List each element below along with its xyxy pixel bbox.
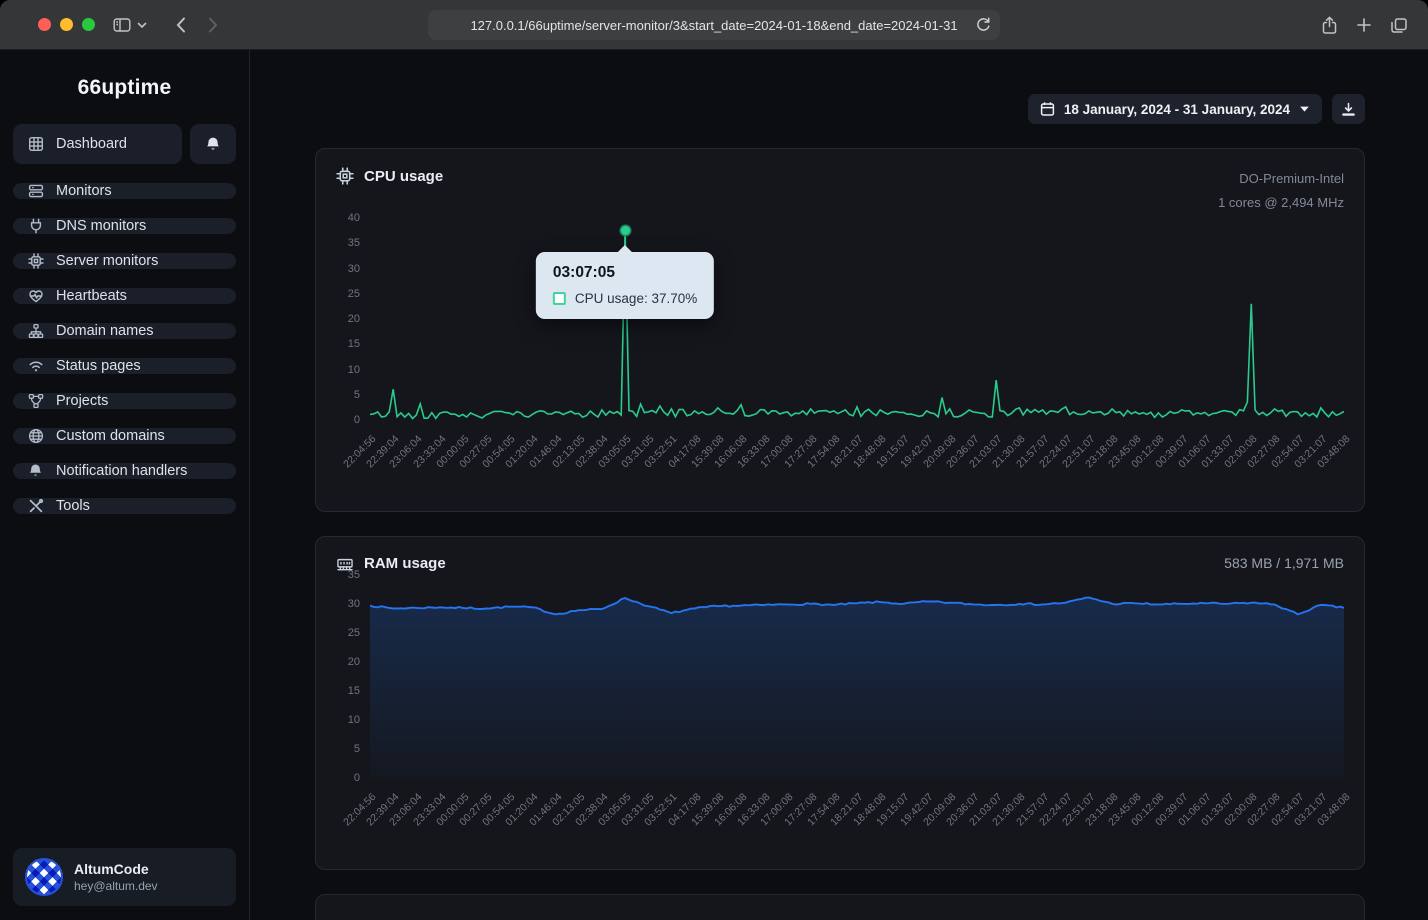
tooltip-time: 03:07:05	[553, 264, 697, 282]
sidebar-item-heartbeats[interactable]: Heartbeats	[13, 288, 236, 304]
browser-chrome: 127.0.0.1/66uptime/server-monitor/3&star…	[0, 0, 1428, 50]
date-range-picker[interactable]: 18 January, 2024 - 31 January, 2024	[1028, 94, 1322, 124]
sidebar-item-label: Domain names	[56, 323, 154, 339]
ram-x-axis: 22:04:5622:39:0423:06:0423:33:0400:00:05…	[370, 779, 1344, 859]
sitemap-icon	[27, 323, 44, 339]
wifi-icon	[27, 359, 44, 373]
chart-tooltip: 03:07:05 CPU usage: 37.70%	[536, 252, 714, 319]
cpu-chart-plot[interactable]: 03:07:05 CPU usage: 37.70%	[370, 219, 1344, 421]
notifications-bell-button[interactable]	[190, 124, 236, 164]
sidebar-item-projects[interactable]: Projects	[13, 393, 236, 409]
dashboard-grid-icon	[27, 136, 44, 152]
close-window-button[interactable]	[38, 18, 51, 31]
sidebar-item-domain-names[interactable]: Domain names	[13, 323, 236, 339]
sidebar-item-label: DNS monitors	[56, 218, 146, 234]
browser-window: 127.0.0.1/66uptime/server-monitor/3&star…	[0, 0, 1428, 920]
sidebar-item-dashboard[interactable]: Dashboard	[13, 124, 182, 164]
download-icon	[1341, 102, 1356, 117]
sidebar-item-custom-domains[interactable]: Custom domains	[13, 428, 236, 444]
sidebar-item-monitors[interactable]: Monitors	[13, 183, 236, 199]
ram-usage-card: RAM usage 583 MB / 1,971 MB 353025201510…	[315, 536, 1365, 870]
sidebar-item-label: Server monitors	[56, 253, 158, 269]
globe-icon	[27, 428, 44, 444]
heart-pulse-icon	[27, 288, 44, 304]
reload-icon[interactable]	[976, 16, 991, 33]
minimize-window-button[interactable]	[60, 18, 73, 31]
new-tab-icon[interactable]	[1356, 17, 1372, 33]
forward-icon[interactable]	[207, 16, 219, 34]
diagram-project-icon	[27, 393, 44, 409]
sidebar-toggle-icon[interactable]	[113, 17, 131, 33]
sidebar-item-label: Dashboard	[56, 136, 127, 152]
tooltip-value: CPU usage: 37.70%	[575, 291, 697, 306]
traffic-lights	[38, 18, 95, 31]
ram-usage-value: 583 MB / 1,971 MB	[1224, 555, 1344, 571]
sidebar-nav: Dashboard Monitors	[0, 124, 249, 514]
sidebar-item-label: Heartbeats	[56, 288, 127, 304]
sidebar-item-dns-monitors[interactable]: DNS monitors	[13, 218, 236, 234]
ram-y-axis: 35302520151050	[336, 576, 370, 779]
url-text: 127.0.0.1/66uptime/server-monitor/3&star…	[470, 18, 957, 33]
chevron-down-icon[interactable]	[137, 21, 147, 29]
sidebar-item-label: Status pages	[56, 358, 141, 374]
zoom-window-button[interactable]	[82, 18, 95, 31]
cpu-usage-card: CPU usage DO-Premium-Intel 1 cores @ 2,4…	[315, 148, 1365, 512]
sidebar-item-notification-handlers[interactable]: Notification handlers	[13, 463, 236, 479]
user-email: hey@altum.dev	[74, 879, 158, 893]
user-name: AltumCode	[74, 861, 158, 877]
sidebar-item-status-pages[interactable]: Status pages	[13, 358, 236, 374]
url-bar[interactable]: 127.0.0.1/66uptime/server-monitor/3&star…	[428, 10, 1000, 40]
server-specs: 1 cores @ 2,494 MHz	[1218, 191, 1344, 215]
sidebar-item-label: Custom domains	[56, 428, 165, 444]
ram-chart-plot[interactable]	[370, 576, 1344, 779]
cpu-chip-icon	[336, 167, 354, 185]
cpu-card-title: CPU usage	[364, 168, 443, 185]
legend-swatch-icon	[553, 292, 566, 305]
avatar	[25, 858, 63, 896]
app-logo: 66uptime	[0, 50, 249, 124]
sidebar-item-label: Tools	[56, 498, 90, 514]
user-account-card[interactable]: AltumCode hey@altum.dev	[13, 848, 236, 906]
server-icon	[27, 183, 44, 199]
tools-icon	[27, 498, 44, 514]
export-download-button[interactable]	[1332, 94, 1365, 124]
bell-icon	[205, 136, 221, 153]
main-content: 18 January, 2024 - 31 January, 2024	[250, 50, 1428, 920]
date-range-label: 18 January, 2024 - 31 January, 2024	[1064, 102, 1290, 117]
cpu-x-axis: 22:04:5622:39:0423:06:0423:33:0400:00:05…	[370, 421, 1344, 501]
plug-icon	[27, 218, 44, 234]
back-icon[interactable]	[175, 16, 187, 34]
next-chart-card	[315, 894, 1365, 920]
sidebar-item-label: Notification handlers	[56, 463, 187, 479]
microchip-icon	[27, 253, 44, 269]
sidebar-item-label: Monitors	[56, 183, 112, 199]
tooltip-marker-dot	[621, 226, 630, 235]
ram-card-title: RAM usage	[364, 555, 446, 572]
bell-icon	[27, 463, 44, 479]
date-toolbar: 18 January, 2024 - 31 January, 2024	[315, 94, 1365, 124]
calendar-icon	[1040, 101, 1055, 117]
cpu-y-axis: 4035302520151050	[336, 219, 370, 421]
sidebar: 66uptime Dashboard	[0, 50, 250, 920]
caret-down-icon	[1299, 105, 1310, 113]
sidebar-item-tools[interactable]: Tools	[13, 498, 236, 514]
share-icon[interactable]	[1321, 16, 1338, 35]
sidebar-item-label: Projects	[56, 393, 108, 409]
sidebar-item-server-monitors[interactable]: Server monitors	[13, 253, 236, 269]
tabs-overview-icon[interactable]	[1390, 17, 1408, 34]
server-name: DO-Premium-Intel	[1218, 167, 1344, 191]
